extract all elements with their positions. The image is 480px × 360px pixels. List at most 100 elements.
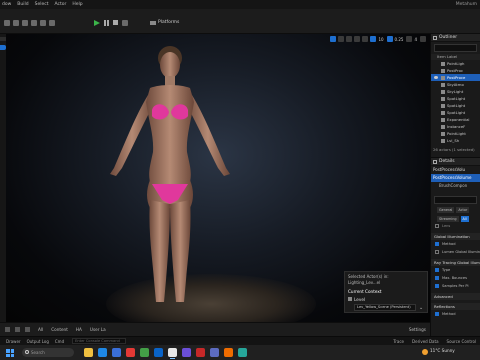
level-viewport[interactable]: 10 0.25 4 Selected Actor(s) in: Lighting… [6,34,430,322]
taskbar-search-input[interactable]: Search [22,348,74,357]
app-icon[interactable] [182,348,191,357]
blueprint-icon[interactable] [40,19,46,26]
property-checkbox[interactable] [435,276,439,280]
outliner-row[interactable]: SpotLight [431,109,480,116]
start-button[interactable] [6,349,14,357]
details-object-name[interactable]: PostProcessVolu [431,166,480,174]
source-control-button[interactable]: Source Control [447,339,476,344]
outliner-row[interactable]: PointLight [431,130,480,137]
outliner-row[interactable]: PostProc [431,67,480,74]
details-section-header[interactable]: Ray Tracing Global Illum [431,259,480,266]
outliner-row[interactable]: InstanceF [431,123,480,130]
content-icon[interactable] [22,19,28,26]
camera-speed-icon[interactable] [406,36,413,42]
details-section-header[interactable]: Reflections [431,303,480,310]
visibility-eye-icon[interactable] [434,76,438,79]
discord-icon[interactable] [210,348,219,357]
breadcrumb-user[interactable]: User La [90,327,106,332]
outliner-row[interactable]: Lvl_Sh [431,137,480,144]
outliner-row[interactable]: SpotLight [431,102,480,109]
menu-actor[interactable]: Actor [54,2,66,7]
level-label: Level [354,297,366,302]
folder-icon[interactable] [25,327,30,332]
breadcrumb-all[interactable]: All [38,327,43,332]
scale-icon[interactable] [346,36,353,42]
trace-button[interactable]: Trace [393,339,404,344]
property-checkbox[interactable] [435,268,439,272]
outliner-row[interactable]: Exponential [431,116,480,123]
outliner-row[interactable]: SkyLight [431,88,480,95]
outliner-row[interactable]: SpotLight [431,95,480,102]
chrome-icon[interactable] [140,348,149,357]
translate-icon[interactable] [330,36,337,42]
weather-icon[interactable] [422,349,428,355]
property-checkbox[interactable] [435,250,439,254]
save-icon[interactable] [4,19,10,26]
details-section-header[interactable]: Advanced [431,293,480,300]
outliner-row[interactable]: PostProce [431,74,480,81]
component-row[interactable]: BrushCompon [431,182,480,190]
mode-select-icon[interactable] [13,19,19,26]
platforms-button[interactable]: Platforms [150,19,179,26]
world-local-icon[interactable] [354,36,361,42]
rotate-icon[interactable] [338,36,345,42]
grid-snap-icon[interactable] [370,36,377,42]
menu-window[interactable]: dow [2,2,11,7]
actor-count: 26 actors (1 selected) [433,147,475,152]
menu-help[interactable]: Help [72,2,82,7]
content-drawer-button[interactable]: Drawer [6,339,21,344]
cmd-label[interactable]: Cmd [55,339,64,344]
outliner-row[interactable]: PointLigh [431,60,480,67]
outliner-row[interactable]: SkyAtmo [431,81,480,88]
unreal-engine-icon[interactable] [168,348,177,357]
filter-chip-general[interactable]: General [437,207,455,213]
property-checkbox[interactable] [435,284,439,288]
menu-select[interactable]: Select [35,2,49,7]
property-checkbox[interactable] [435,242,439,246]
scale-snap-value[interactable]: 0.25 [395,37,404,42]
chevron-down-icon[interactable]: ⌄ [419,305,423,311]
derived-data-button[interactable]: Derived Data [412,339,439,344]
content-settings-button[interactable]: Settings [409,327,426,332]
app-icon[interactable] [196,348,205,357]
lens-checkbox[interactable] [435,224,439,228]
edge-icon[interactable] [98,348,107,357]
torso [146,85,194,182]
level-dropdown[interactable]: Lev_Yellow_Scene (Persistent) [354,304,416,311]
breadcrumb-ha[interactable]: HA [76,327,82,332]
pause-icon[interactable] [104,19,109,26]
app-icon[interactable] [224,348,233,357]
breadcrumb-content[interactable]: Content [51,327,68,332]
file-explorer-icon[interactable] [84,348,93,357]
grid-snap-value[interactable]: 10 [378,37,383,42]
back-icon[interactable] [5,327,10,332]
surface-snap-icon[interactable] [362,36,369,42]
outliner-search-input[interactable] [434,44,477,52]
play-icon[interactable] [94,19,100,26]
rotation-snap-icon[interactable] [386,36,393,42]
component-row[interactable]: PostProcessVolume [431,174,480,182]
menu-build[interactable]: Build [17,2,28,7]
lens-filter-row[interactable]: Lens [431,222,480,230]
app-icon[interactable] [126,348,135,357]
forward-icon[interactable] [15,327,20,332]
app-icon[interactable] [154,348,163,357]
play-options-icon[interactable] [122,19,128,26]
character-figure[interactable] [70,40,270,312]
app-icon[interactable] [238,348,247,357]
maximize-viewport-icon[interactable] [420,36,426,42]
add-actor-icon[interactable] [31,19,37,26]
cinematics-icon[interactable] [49,19,55,26]
console-command-input[interactable]: Enter Console Command [72,338,127,344]
stop-icon[interactable] [113,20,118,25]
filter-chip-all[interactable]: All [460,216,469,222]
filter-chip-actor[interactable]: Actor [456,207,470,213]
store-icon[interactable] [112,348,121,357]
outliner-list: PointLigh PostProc PostProce SkyAtmo SkyLigh… [431,60,480,144]
details-search-input[interactable] [434,196,477,204]
output-log-button[interactable]: Output Log [27,339,49,344]
details-section-header[interactable]: Global Illumination [431,233,480,240]
camera-speed-value[interactable]: 4 [414,37,417,42]
weather-text[interactable]: 11°C Sunny [430,348,455,353]
property-checkbox[interactable] [435,312,439,316]
